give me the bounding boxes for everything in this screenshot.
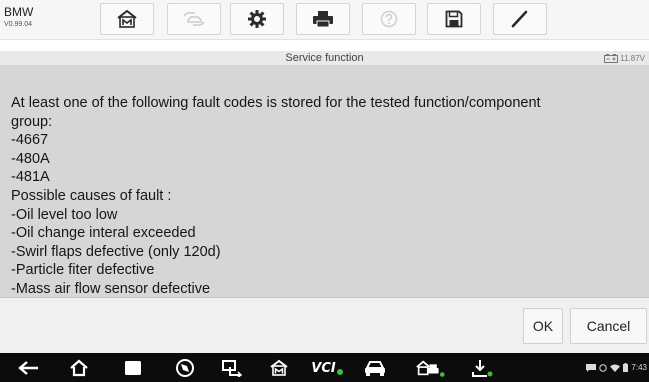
printer-icon xyxy=(313,11,333,28)
home-button[interactable] xyxy=(100,3,154,35)
toolbar: BMW V0.99.04 xyxy=(0,0,649,40)
message-line: Possible causes of fault : xyxy=(11,187,172,204)
battery-status-icon xyxy=(623,363,629,372)
autel-home-icon xyxy=(270,359,288,376)
status-tray: 7:43 xyxy=(586,353,647,382)
page-title: Service function xyxy=(285,52,364,64)
cancel-button[interactable]: Cancel xyxy=(570,308,647,344)
browser-icon xyxy=(176,359,194,377)
chat-icon xyxy=(586,363,597,372)
shop-button[interactable] xyxy=(415,357,445,379)
help-icon xyxy=(380,10,398,28)
message-line: -4667 xyxy=(11,132,49,149)
message-line: At least one of the following fault code… xyxy=(11,95,541,111)
ok-button[interactable]: OK xyxy=(523,308,563,344)
software-version: V0.99.04 xyxy=(4,21,33,28)
android-home-button[interactable] xyxy=(67,357,91,379)
recent-apps-icon xyxy=(125,361,141,375)
battery-icon xyxy=(604,54,619,63)
clock: 7:43 xyxy=(631,363,647,372)
vehicle-brand: BMW V0.99.04 xyxy=(4,6,64,30)
alarm-icon xyxy=(599,363,608,372)
browser-button[interactable] xyxy=(173,357,197,379)
vci-icon: VCI xyxy=(311,360,336,376)
update-icon xyxy=(472,360,493,377)
message-line: -Swirl flaps defective (only 120d) xyxy=(11,243,221,260)
screen-capture-button[interactable] xyxy=(220,357,244,379)
screen-capture-icon xyxy=(222,360,243,377)
title-bar: Service function 11.87V xyxy=(0,51,649,66)
edit-button[interactable] xyxy=(493,3,547,35)
pen-icon xyxy=(511,10,528,28)
message-line: -480A xyxy=(11,150,50,167)
shop-status-dot xyxy=(440,371,445,377)
system-nav-bar: VCI 7:43 xyxy=(0,353,649,382)
message-line: group: xyxy=(11,113,53,130)
autel-home-button[interactable] xyxy=(267,357,291,379)
message-line: -Oil change interal exceeded xyxy=(11,225,196,242)
print-button[interactable] xyxy=(296,3,350,35)
message-line: -Oil level too low xyxy=(11,206,118,223)
save-button[interactable] xyxy=(427,3,481,35)
home-icon xyxy=(117,9,137,28)
vehicle-button[interactable] xyxy=(361,357,389,379)
dialog-footer: OK Cancel xyxy=(0,298,649,353)
battery-indicator: 11.87V xyxy=(604,51,645,66)
vehicle-icon xyxy=(365,361,385,376)
settings-button[interactable] xyxy=(230,3,284,35)
shop-icon xyxy=(416,360,439,376)
vci-button[interactable]: VCI xyxy=(308,357,346,379)
wifi-icon xyxy=(610,364,621,372)
floppy-icon xyxy=(445,10,463,28)
car-swap-icon xyxy=(183,12,205,26)
message-panel: At least one of the following fault code… xyxy=(0,66,649,298)
vci-status-dot xyxy=(336,369,343,375)
battery-voltage: 11.87V xyxy=(620,54,645,63)
message-line: -Particle fiter defective xyxy=(11,262,155,279)
back-button[interactable] xyxy=(16,357,42,379)
vehicle-swap-button[interactable] xyxy=(167,3,221,35)
help-button[interactable] xyxy=(362,3,416,35)
recent-apps-button[interactable] xyxy=(122,357,144,379)
update-button[interactable] xyxy=(468,357,496,379)
fault-message: At least one of the following fault code… xyxy=(11,94,641,299)
gear-icon xyxy=(248,10,266,28)
back-icon xyxy=(18,361,38,375)
message-line: -481A xyxy=(11,169,50,186)
brand-name: BMW xyxy=(4,5,34,19)
home-icon xyxy=(70,359,88,377)
message-line: -Mass air flow sensor defective xyxy=(11,280,211,297)
